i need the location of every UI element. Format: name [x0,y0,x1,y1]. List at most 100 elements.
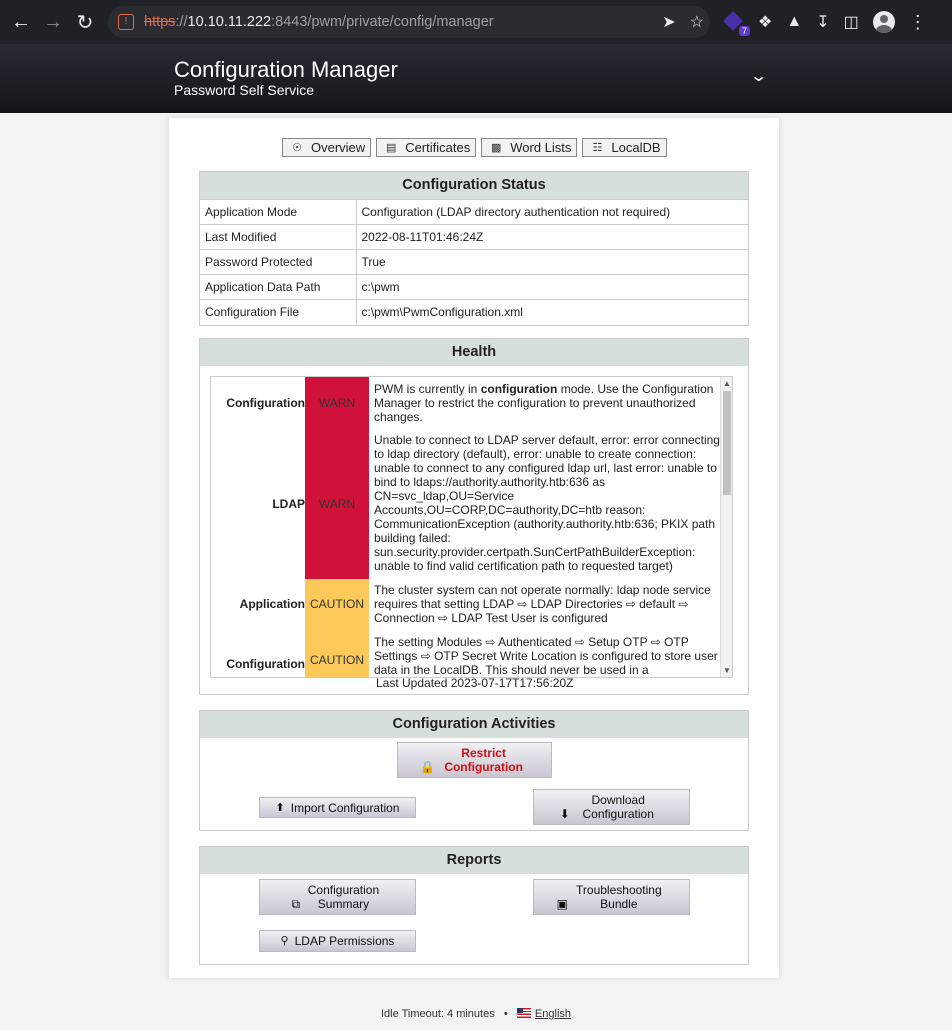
health-detail-text: PWM is currently in [374,382,481,396]
book-icon: ▩ [491,142,502,154]
health-record: Configuration CAUTION The setting Module… [211,630,723,677]
upload-icon: ⬆ [275,801,285,814]
tab-label: Word Lists [510,140,572,155]
not-secure-icon[interactable]: ! [118,14,134,30]
section-heading: Reports [200,847,748,874]
status-key: Password Protected [200,249,357,275]
tab-label: Overview [311,140,366,155]
troubleshooting-bundle-button[interactable]: ▣ Troubleshooting Bundle [533,879,690,915]
download-icon: ⬇ [559,807,570,821]
tab-localdb[interactable]: ☷ LocalDB [582,138,667,157]
extension-icon[interactable]: 7 [723,11,750,36]
health-topic: LDAP [272,497,305,511]
health-topic: Configuration [226,396,305,410]
download-configuration-button[interactable]: ⬇ Download Configuration [533,789,690,825]
table-row: Password Protected True [200,249,748,275]
health-section: Health Configuration WARN PWM is current… [199,338,749,695]
scroll-up-arrow-icon[interactable]: ▲ [723,379,731,388]
file-icon: ▤ [385,142,397,154]
table-row: Application Data Path c:\pwm [200,274,748,300]
database-icon: ☷ [592,142,603,154]
health-status-badge: WARN [305,429,369,579]
profile-avatar-icon[interactable] [872,11,895,33]
config-status-section: Configuration Status Application Mode Co… [199,171,749,326]
tab-certificates[interactable]: ▤ Certificates [376,138,477,157]
url-host: 10.10.11.222 [187,14,272,30]
health-record: Application CAUTION The cluster system c… [211,579,723,630]
bookmark-star-icon[interactable]: ☆ [690,12,704,32]
page-subtitle: Password Self Service [174,82,315,98]
health-topic: Application [239,597,305,611]
health-status-badge: CAUTION [305,579,369,630]
status-key: Configuration File [200,299,357,325]
health-record: LDAP WARN Unable to connect to LDAP serv… [211,429,723,579]
tab-label: Certificates [405,140,471,155]
health-status-badge: WARN [305,377,369,429]
language-link[interactable]: English [535,1008,571,1020]
browser-toolbar: ← → ↻ ! https://10.10.11.222:8443/pwm/pr… [0,0,952,44]
url-scheme: https [144,14,176,30]
configuration-summary-button[interactable]: ⧉ Configuration Summary [259,879,416,915]
tab-label: LocalDB [611,140,661,155]
status-value: c:\pwm\PwmConfiguration.xml [356,299,748,325]
tab-overview[interactable]: ☉ Overview [282,138,372,157]
status-value: 2022-08-11T01:46:24Z [356,224,748,250]
main-panel: ☉ Overview ▤ Certificates ▩ Word Lists ☷… [169,118,779,978]
key-icon: ⚲ [280,935,289,947]
menu-dots-icon[interactable]: ⋮ [909,12,927,33]
lock-icon: 🔒 [420,760,436,774]
restrict-configuration-button[interactable]: 🔒 Restrict Configuration [397,742,552,778]
status-key: Last Modified [200,224,357,250]
health-detail: The setting Modules ⇨ Authenticated ⇨ Se… [374,635,718,677]
ldap-perm-label: LDAP Permissions [294,934,395,948]
config-status-table: Application Mode Configuration (LDAP dir… [200,199,748,325]
download-icon[interactable]: ↧ [816,12,829,32]
forward-arrow-icon[interactable]: → [37,6,69,38]
status-key: Application Data Path [200,274,357,300]
chevron-down-icon[interactable]: ⌄ [749,66,768,86]
health-list[interactable]: Configuration WARN PWM is currently in c… [210,376,733,678]
back-arrow-icon[interactable]: ← [5,6,37,38]
health-status-badge: CAUTION [305,630,369,677]
reload-icon[interactable]: ↻ [69,6,101,38]
dashboard-icon: ☉ [292,142,302,154]
health-scrollbar[interactable]: ▲ ▼ [720,377,732,677]
health-record: Configuration WARN PWM is currently in c… [211,377,723,429]
copy-icon: ⧉ [291,897,301,911]
health-last-updated: Last Updated 2023-07-17T17:56:20Z [376,676,574,690]
import-label: Import Configuration [290,800,400,815]
health-detail: Unable to connect to LDAP server default… [374,433,720,573]
table-row: Last Modified 2022-08-11T01:46:24Z [200,224,748,250]
health-detail-bold: configuration [480,382,558,396]
share-icon[interactable]: ➤ [662,12,675,32]
footer-separator: • [503,1008,508,1020]
tab-word-lists[interactable]: ▩ Word Lists [481,138,578,157]
restrict-label: Restrict Configuration [444,746,523,774]
import-configuration-button[interactable]: ⬆ Import Configuration [259,797,416,818]
config-activities-section: Configuration Activities 🔒 Restrict Conf… [199,710,749,831]
extension-badge-count: 7 [738,26,750,36]
scroll-thumb[interactable] [723,391,731,495]
us-flag-icon [516,1008,531,1018]
side-panel-icon[interactable]: ◫ [844,12,859,32]
table-row: Application Mode Configuration (LDAP dir… [200,199,748,225]
idle-timeout: Idle Timeout: 4 minutes [380,1008,495,1020]
address-bar[interactable]: ! https://10.10.11.222:8443/pwm/private/… [108,6,710,38]
reports-section: Reports ⧉ Configuration Summary ▣ Troubl… [199,846,749,965]
table-row: Configuration File c:\pwm\PwmConfigurati… [200,299,748,325]
health-detail: PWM is currently in configuration mode. … [374,382,722,424]
section-heading: Configuration Activities [200,711,748,738]
tab-bar: ☉ Overview ▤ Certificates ▩ Word Lists ☷… [282,138,667,157]
status-value: Configuration (LDAP directory authentica… [356,199,748,225]
status-value: c:\pwm [356,274,748,300]
status-value: True [356,249,748,275]
download-label: Download Configuration [582,793,654,821]
scroll-down-arrow-icon[interactable]: ▼ [723,666,731,675]
ldap-permissions-button[interactable]: ⚲ LDAP Permissions [259,930,416,952]
section-heading: Configuration Status [200,172,748,199]
health-detail: The cluster system can not operate norma… [374,583,711,625]
lab-flask-icon[interactable]: ▲ [786,13,802,31]
health-topic: Configuration [226,657,305,671]
troubleshoot-label: Troubleshooting Bundle [576,883,662,911]
puzzle-extensions-icon[interactable]: ❖ [758,12,772,32]
